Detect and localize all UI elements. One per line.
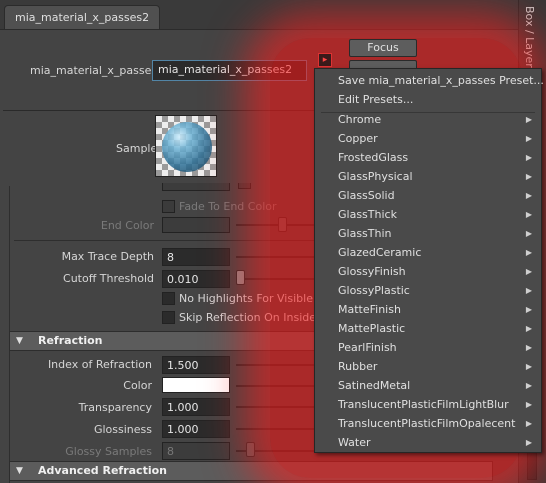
presets-icon[interactable]: ▸ (318, 53, 332, 67)
skip-reflection-checkbox[interactable] (162, 311, 175, 324)
submenu-arrow-icon: ▶ (525, 229, 532, 238)
submenu-arrow-icon: ▶ (525, 324, 532, 333)
menu-item-matteplastic[interactable]: MattePlastic ▶ (315, 319, 541, 338)
no-highlights-checkbox[interactable] (162, 292, 175, 305)
focus-button[interactable]: Focus (349, 39, 417, 57)
ior-label: Index of Refraction (47, 358, 152, 371)
sample-label: Sample (116, 142, 158, 155)
transparency-input[interactable]: 1.000 (162, 398, 230, 416)
max-trace-depth-label: Max Trace Depth (61, 250, 154, 263)
submenu-arrow-icon: ▶ (525, 343, 532, 352)
presets-menu: Save mia_material_x_passes Preset... Edi… (314, 68, 544, 453)
cutoff-threshold-label: Cutoff Threshold (63, 272, 154, 285)
end-color-swatch[interactable] (162, 217, 230, 233)
refraction-section-title: Refraction (38, 334, 103, 347)
submenu-arrow-icon: ▶ (525, 172, 532, 181)
submenu-arrow-icon: ▶ (525, 362, 532, 371)
menu-item-glossyplastic[interactable]: GlossyPlastic ▶ (315, 281, 541, 300)
submenu-arrow-icon: ▶ (525, 153, 532, 162)
menu-item-translucentplasticfilmopalecent[interactable]: TranslucentPlasticFilmOpalecent ▶ (315, 414, 541, 433)
transparency-label: Transparency (78, 401, 152, 414)
menu-item-glossyfinish[interactable]: GlossyFinish ▶ (315, 262, 541, 281)
tab-node[interactable]: mia_material_x_passes2 (4, 5, 161, 30)
ior-input[interactable]: 1.500 (162, 356, 230, 374)
refraction-color-label: Color (123, 379, 152, 392)
menu-item-copper[interactable]: Copper ▶ (315, 129, 541, 148)
end-color-label: End Color (100, 219, 154, 232)
glossy-samples-label: Glossy Samples (65, 445, 152, 458)
menu-item-rubber[interactable]: Rubber ▶ (315, 357, 541, 376)
submenu-arrow-icon: ▶ (525, 210, 532, 219)
node-name-label: mia_material_x_passes: (30, 64, 161, 77)
submenu-arrow-icon: ▶ (525, 419, 532, 428)
menu-item-satinedmetal[interactable]: SatinedMetal ▶ (315, 376, 541, 395)
fade-to-end-color-label: Fade To End Color (179, 200, 277, 213)
collapse-triangle-icon: ▼ (16, 466, 23, 476)
max-trace-depth-input[interactable]: 8 (162, 248, 230, 266)
fade-to-end-color-checkbox[interactable] (162, 200, 175, 213)
tab-divider (0, 29, 518, 30)
sample-swatch[interactable] (155, 115, 217, 177)
submenu-arrow-icon: ▶ (525, 381, 532, 390)
refraction-color-swatch[interactable] (162, 377, 230, 393)
menu-item-glasssolid[interactable]: GlassSolid ▶ (315, 186, 541, 205)
cutoff-threshold-input[interactable]: 0.010 (162, 270, 230, 288)
menu-item-translucentplasticfilmlightblur[interactable]: TranslucentPlasticFilmLightBlur ▶ (315, 395, 541, 414)
menu-item-mattefinish[interactable]: MatteFinish ▶ (315, 300, 541, 319)
submenu-arrow-icon: ▶ (525, 115, 532, 124)
tab-bar: mia_material_x_passes2 (0, 0, 518, 30)
menu-item-water[interactable]: Water ▶ (315, 433, 541, 452)
glossiness-label: Glossiness (93, 423, 152, 436)
submenu-arrow-icon: ▶ (525, 191, 532, 200)
menu-item-frostedglass[interactable]: FrostedGlass ▶ (315, 148, 541, 167)
cutoff-threshold-slider-handle[interactable] (236, 270, 245, 285)
menu-item-save-preset[interactable]: Save mia_material_x_passes Preset... (315, 71, 544, 90)
submenu-arrow-icon: ▶ (525, 248, 532, 257)
menu-item-glassphysical[interactable]: GlassPhysical ▶ (315, 167, 541, 186)
menu-item-edit-presets[interactable]: Edit Presets... (315, 90, 541, 109)
menu-item-glazedceramic[interactable]: GlazedCeramic ▶ (315, 243, 541, 262)
submenu-arrow-icon: ▶ (525, 267, 532, 276)
menu-item-pearlfinish[interactable]: PearlFinish ▶ (315, 338, 541, 357)
glossy-samples-slider-handle[interactable] (246, 442, 255, 457)
clipped-checkbox (238, 183, 251, 189)
advanced-refraction-section-title: Advanced Refraction (38, 464, 167, 477)
glossy-samples-input[interactable]: 8 (162, 442, 230, 460)
submenu-arrow-icon: ▶ (525, 305, 532, 314)
submenu-arrow-icon: ▶ (525, 400, 532, 409)
menu-item-glassthick[interactable]: GlassThick ▶ (315, 205, 541, 224)
menu-item-glassthin[interactable]: GlassThin ▶ (315, 224, 541, 243)
menu-item-chrome[interactable]: Chrome ▶ (315, 110, 541, 129)
side-scrollbar[interactable] (527, 450, 537, 480)
submenu-arrow-icon: ▶ (525, 286, 532, 295)
submenu-arrow-icon: ▶ (525, 438, 532, 447)
material-sphere-icon (162, 122, 212, 172)
glossiness-input[interactable]: 1.000 (162, 420, 230, 438)
divider (14, 240, 314, 241)
clipped-field (162, 183, 230, 191)
collapse-triangle-icon: ▼ (16, 336, 23, 346)
submenu-arrow-icon: ▶ (525, 134, 532, 143)
